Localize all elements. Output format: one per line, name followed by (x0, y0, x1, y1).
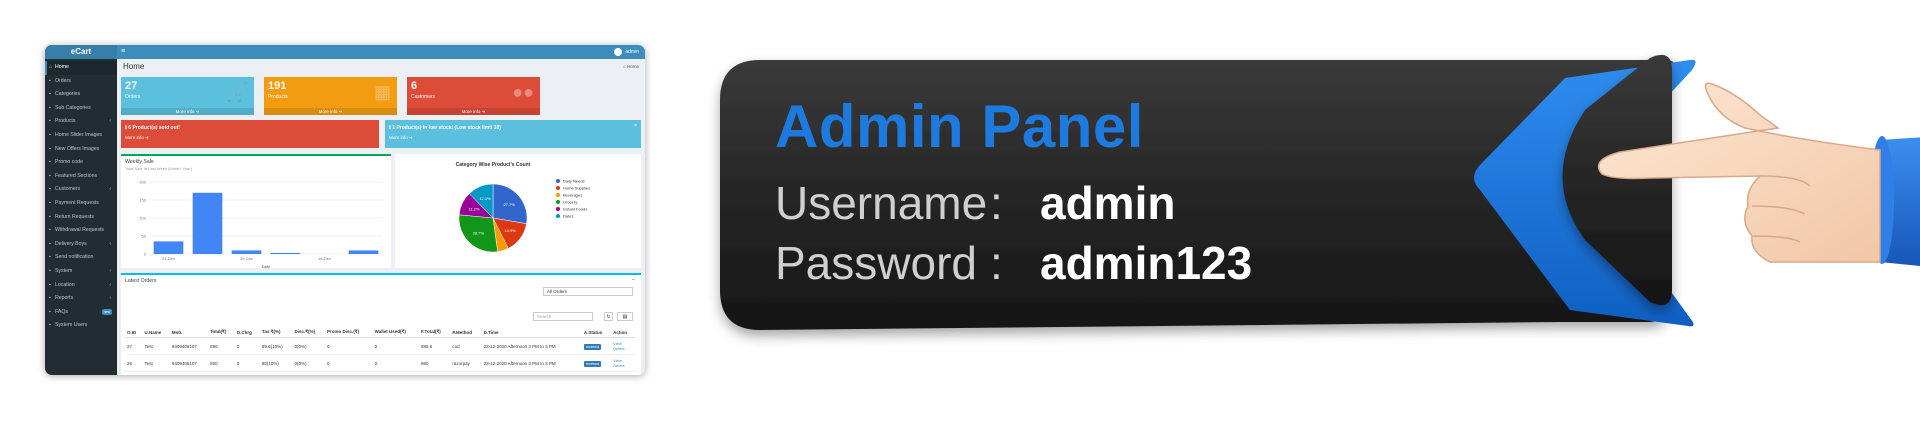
password-colon: : (990, 237, 1003, 289)
credentials-card: Admin Panel Username : admin Password : … (0, 0, 1920, 424)
password-label: Password (775, 237, 977, 289)
username-colon: : (990, 177, 1003, 229)
username-label: Username (775, 177, 988, 229)
password-value: admin123 (1040, 237, 1253, 289)
username-value: admin (1040, 177, 1176, 229)
card-title: Admin Panel (775, 93, 1144, 160)
